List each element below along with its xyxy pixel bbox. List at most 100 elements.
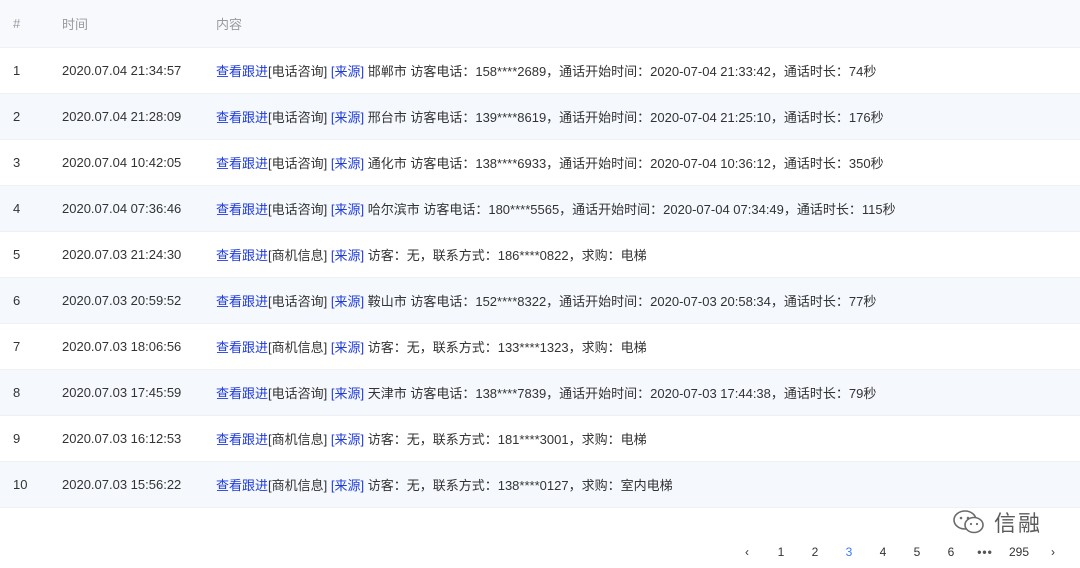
view-followup-link[interactable]: 查看跟进 — [216, 386, 268, 401]
table-row: 1 2020.07.04 21:34:57 查看跟进[电话咨询] [来源] 邯郸市 … — [0, 48, 1080, 94]
pagination-ellipsis[interactable]: ••• — [968, 542, 1002, 562]
row-content: 查看跟进[电话咨询] [来源] 哈尔滨市 访客电话：180****5565，通话… — [216, 199, 1080, 218]
source-link[interactable]: [来源] — [331, 64, 364, 79]
watermark-text: 信融 — [993, 511, 1042, 536]
source-link[interactable]: [来源] — [331, 202, 364, 217]
next-page-button[interactable]: › — [1036, 542, 1070, 562]
page-4[interactable]: 4 — [866, 542, 900, 562]
view-followup-link[interactable]: 查看跟进 — [216, 64, 268, 79]
record-type: [商机信息] — [268, 340, 328, 355]
row-num: 2 — [13, 109, 21, 124]
wechat-icon — [953, 510, 984, 534]
header-content: 内容 — [216, 17, 243, 32]
record-type: [电话咨询] — [268, 64, 328, 79]
record-detail: 访客：无，联系方式：133****1323，求购：电梯 — [364, 340, 647, 355]
row-num: 7 — [13, 339, 21, 354]
table-row: 6 2020.07.03 20:59:52 查看跟进[电话咨询] [来源] 鞍山市 … — [0, 278, 1080, 324]
source-link[interactable]: [来源] — [331, 478, 364, 493]
record-type: [电话咨询] — [268, 294, 328, 309]
record-detail: 通化市 访客电话：138****6933，通话开始时间：2020-07-04 1… — [364, 156, 884, 171]
page-last[interactable]: 295 — [1002, 542, 1036, 562]
row-time: 2020.07.03 21:24:30 — [62, 247, 182, 262]
source-link[interactable]: [来源] — [331, 110, 364, 125]
row-time: 2020.07.04 21:28:09 — [62, 109, 182, 124]
row-content: 查看跟进[商机信息] [来源] 访客：无，联系方式：133****1323，求购… — [216, 337, 1080, 356]
table-footer: 信融 ‹ 123456 ••• 295 › — [0, 502, 1080, 568]
row-time: 2020.07.03 15:56:22 — [62, 477, 182, 492]
table-row: 2 2020.07.04 21:28:09 查看跟进[电话咨询] [来源] 邢台市 … — [0, 94, 1080, 140]
row-content: 查看跟进[商机信息] [来源] 访客：无，联系方式：186****0822，求购… — [216, 245, 1080, 264]
row-time: 2020.07.03 20:59:52 — [62, 293, 182, 308]
record-detail: 鞍山市 访客电话：152****8322，通话开始时间：2020-07-03 2… — [364, 294, 877, 309]
row-content: 查看跟进[电话咨询] [来源] 邢台市 访客电话：139****8619，通话开… — [216, 107, 1080, 126]
view-followup-link[interactable]: 查看跟进 — [216, 202, 268, 217]
page-2[interactable]: 2 — [798, 542, 832, 562]
view-followup-link[interactable]: 查看跟进 — [216, 110, 268, 125]
record-detail: 访客：无，联系方式：181****3001，求购：电梯 — [364, 432, 647, 447]
source-link[interactable]: [来源] — [331, 340, 364, 355]
view-followup-link[interactable]: 查看跟进 — [216, 432, 268, 447]
table-header: # 时间 内容 — [0, 0, 1080, 48]
row-time: 2020.07.04 07:36:46 — [62, 201, 182, 216]
row-content: 查看跟进[商机信息] [来源] 访客：无，联系方式：138****0127，求购… — [216, 475, 1080, 494]
source-link[interactable]: [来源] — [331, 294, 364, 309]
page-6[interactable]: 6 — [934, 542, 968, 562]
table-row: 7 2020.07.03 18:06:56 查看跟进[商机信息] [来源] 访客：无… — [0, 324, 1080, 370]
record-type: [商机信息] — [268, 248, 328, 263]
row-time: 2020.07.04 10:42:05 — [62, 155, 182, 170]
source-link[interactable]: [来源] — [331, 248, 364, 263]
record-detail: 邢台市 访客电话：139****8619，通话开始时间：2020-07-04 2… — [364, 110, 884, 125]
page-5[interactable]: 5 — [900, 542, 934, 562]
view-followup-link[interactable]: 查看跟进 — [216, 248, 268, 263]
records-table: # 时间 内容 1 2020.07.04 21:34:57 查看跟进[电话咨询] [… — [0, 0, 1080, 508]
page-1[interactable]: 1 — [764, 542, 798, 562]
row-time: 2020.07.04 21:34:57 — [62, 63, 182, 78]
record-type: [商机信息] — [268, 478, 328, 493]
row-num: 3 — [13, 155, 21, 170]
record-type: [电话咨询] — [268, 202, 328, 217]
table-row: 8 2020.07.03 17:45:59 查看跟进[电话咨询] [来源] 天津市 … — [0, 370, 1080, 416]
view-followup-link[interactable]: 查看跟进 — [216, 156, 268, 171]
pagination: ‹ 123456 ••• 295 › — [730, 542, 1070, 562]
source-link[interactable]: [来源] — [331, 386, 364, 401]
view-followup-link[interactable]: 查看跟进 — [216, 340, 268, 355]
row-time: 2020.07.03 18:06:56 — [62, 339, 182, 354]
row-num: 10 — [13, 477, 28, 492]
row-content: 查看跟进[商机信息] [来源] 访客：无，联系方式：181****3001，求购… — [216, 429, 1080, 448]
record-detail: 哈尔滨市 访客电话：180****5565，通话开始时间：2020-07-04 … — [364, 202, 896, 217]
row-content: 查看跟进[电话咨询] [来源] 鞍山市 访客电话：152****8322，通话开… — [216, 291, 1080, 310]
table-body: 1 2020.07.04 21:34:57 查看跟进[电话咨询] [来源] 邯郸市 … — [0, 48, 1080, 508]
record-detail: 访客：无，联系方式：186****0822，求购：电梯 — [364, 248, 647, 263]
view-followup-link[interactable]: 查看跟进 — [216, 478, 268, 493]
row-num: 6 — [13, 293, 21, 308]
page-list: 123456 — [764, 542, 968, 562]
source-link[interactable]: [来源] — [331, 432, 364, 447]
row-content: 查看跟进[电话咨询] [来源] 通化市 访客电话：138****6933，通话开… — [216, 153, 1080, 172]
row-time: 2020.07.03 17:45:59 — [62, 385, 182, 400]
table-row: 4 2020.07.04 07:36:46 查看跟进[电话咨询] [来源] 哈尔滨市… — [0, 186, 1080, 232]
page-3[interactable]: 3 — [832, 542, 866, 562]
watermark: 信融 — [952, 506, 1042, 538]
row-content: 查看跟进[电话咨询] [来源] 天津市 访客电话：138****7839，通话开… — [216, 383, 1080, 402]
record-type: [电话咨询] — [268, 110, 328, 125]
record-type: [电话咨询] — [268, 386, 328, 401]
table-row: 5 2020.07.03 21:24:30 查看跟进[商机信息] [来源] 访客：无… — [0, 232, 1080, 278]
prev-page-button[interactable]: ‹ — [730, 542, 764, 562]
record-detail: 邯郸市 访客电话：158****2689，通话开始时间：2020-07-04 2… — [364, 64, 877, 79]
table-row: 9 2020.07.03 16:12:53 查看跟进[商机信息] [来源] 访客：无… — [0, 416, 1080, 462]
header-time: 时间 — [62, 17, 89, 32]
row-num: 8 — [13, 385, 21, 400]
row-num: 1 — [13, 63, 21, 78]
record-detail: 天津市 访客电话：138****7839，通话开始时间：2020-07-03 1… — [364, 386, 877, 401]
record-type: [电话咨询] — [268, 156, 328, 171]
table-row: 3 2020.07.04 10:42:05 查看跟进[电话咨询] [来源] 通化市 … — [0, 140, 1080, 186]
source-link[interactable]: [来源] — [331, 156, 364, 171]
record-detail: 访客：无，联系方式：138****0127，求购：室内电梯 — [364, 478, 673, 493]
row-num: 9 — [13, 431, 21, 446]
row-num: 4 — [13, 201, 21, 216]
row-num: 5 — [13, 247, 21, 262]
header-num: # — [13, 16, 21, 31]
row-time: 2020.07.03 16:12:53 — [62, 431, 182, 446]
row-content: 查看跟进[电话咨询] [来源] 邯郸市 访客电话：158****2689，通话开… — [216, 61, 1080, 80]
view-followup-link[interactable]: 查看跟进 — [216, 294, 268, 309]
